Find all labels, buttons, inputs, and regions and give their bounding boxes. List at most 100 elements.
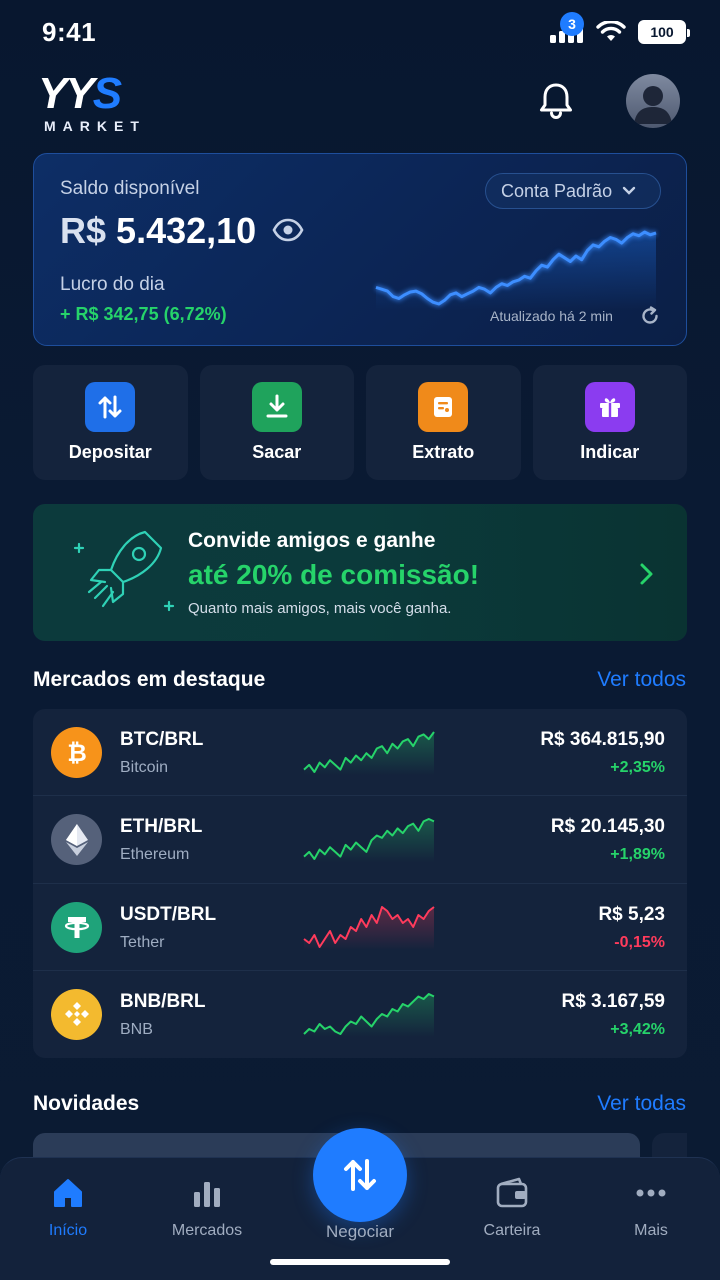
sparkline-area <box>304 906 434 950</box>
bitcoin-icon: ₿ <box>51 727 102 778</box>
market-pair: USDT/BRL <box>120 903 217 925</box>
promo-title: Convide amigos e ganhe <box>188 529 436 552</box>
market-pair: BNB/BRL <box>120 990 206 1012</box>
market-sparkline <box>303 992 435 1037</box>
app-header: YYS MARKET <box>0 68 720 136</box>
svg-text:₿: ₿ <box>67 739 87 767</box>
balance-trend-area <box>376 232 656 310</box>
deposit-button[interactable]: Depositar <box>33 365 188 480</box>
market-price: R$ 20.145,30 <box>550 816 665 838</box>
market-price: R$ 5,23 <box>598 903 665 925</box>
news-see-all-link[interactable]: Ver todas <box>597 1092 686 1116</box>
logo-primary: YY <box>38 69 95 118</box>
market-coin-name: Ethereum <box>120 846 190 864</box>
account-select[interactable]: Conta Padrão <box>485 173 661 209</box>
chevron-right-icon <box>640 563 653 585</box>
quick-actions: Depositar Sacar Extrato Indicar <box>33 365 687 480</box>
markets-section-title: Mercados em destaque <box>33 668 266 691</box>
more-icon <box>636 1189 666 1197</box>
market-row-btc[interactable]: ₿ BTC/BRL Bitcoin R$ 364.815,90 +2,35% <box>33 709 687 797</box>
nav-item-home[interactable]: Início <box>8 1176 128 1240</box>
market-change: -0,15% <box>614 933 665 951</box>
referral-banner[interactable]: Convide amigos e ganhe até 20% de comiss… <box>33 504 687 641</box>
market-sparkline <box>303 818 435 863</box>
chevron-down-icon <box>622 186 636 195</box>
deposit-icon <box>85 382 136 432</box>
logo[interactable]: YYS MARKET <box>38 72 148 135</box>
bell-icon[interactable] <box>536 80 576 120</box>
markets-see-all-link[interactable]: Ver todos <box>597 668 686 692</box>
home-indicator <box>270 1259 450 1265</box>
market-change: +3,42% <box>610 1020 665 1038</box>
deposit-label: Depositar <box>68 442 152 462</box>
nav-item-markets[interactable]: Mercados <box>147 1176 267 1240</box>
updated-text: Atualizado há 2 min <box>490 308 613 324</box>
market-coin-name: Tether <box>120 933 165 951</box>
eye-icon[interactable] <box>272 218 304 242</box>
market-change: +1,89% <box>610 846 665 864</box>
withdraw-icon <box>251 382 302 432</box>
balance-value: R$ 5.432,10 <box>60 210 256 252</box>
wallet-icon <box>496 1177 528 1208</box>
ethereum-icon <box>51 814 102 866</box>
user-icon <box>634 86 672 124</box>
nav-label: Carteira <box>483 1222 541 1239</box>
profit-label: Lucro do dia <box>60 274 165 295</box>
market-coin-name: Bitcoin <box>120 759 169 776</box>
promo-subtitle: Quanto mais amigos, mais você ganha. <box>188 600 452 617</box>
logo-subtitle: MARKET <box>44 118 146 134</box>
tether-icon <box>51 901 102 953</box>
market-pair: ETH/BRL <box>120 816 203 838</box>
status-bar: 9:41 100 <box>0 0 720 64</box>
market-sparkline <box>303 731 435 775</box>
battery-level: 100 <box>650 24 674 40</box>
refresh-icon[interactable] <box>640 306 660 326</box>
nav-item-wallet[interactable]: Carteira <box>452 1176 572 1240</box>
trade-icon <box>344 1159 376 1191</box>
wifi-icon <box>596 21 626 41</box>
markets-icon <box>194 1182 220 1207</box>
logo-mark: YYS <box>38 72 148 116</box>
logo-accent: S <box>92 69 122 118</box>
refer-label: Indicar <box>580 442 640 462</box>
refer-button[interactable]: Indicar <box>532 365 687 480</box>
rocket-icon <box>73 530 175 612</box>
statement-label: Extrato <box>412 442 475 462</box>
market-row-bnb[interactable]: BNB/BRL BNB R$ 3.167,59 +3,42% <box>33 971 687 1058</box>
balance-trend-chart <box>375 229 657 310</box>
market-coin-name: BNB <box>120 1020 153 1038</box>
market-price: R$ 3.167,59 <box>561 990 665 1012</box>
balance-amount: 5.432,10 <box>116 210 257 251</box>
balance-label: Saldo disponível <box>60 178 200 199</box>
market-row-eth[interactable]: ETH/BRL Ethereum R$ 20.145,30 +1,89% <box>33 796 687 884</box>
market-sparkline <box>303 905 435 950</box>
promo-highlight: até 20% de comissão! <box>188 559 480 590</box>
market-price: R$ 364.815,90 <box>540 729 665 750</box>
market-list: ₿ BTC/BRL Bitcoin R$ 364.815,90 +2,35% E… <box>33 709 687 1058</box>
bnb-icon <box>51 988 102 1040</box>
notification-badge: 3 <box>560 12 584 36</box>
battery-icon: 100 <box>638 20 690 44</box>
account-select-value: Conta Padrão <box>501 180 613 201</box>
withdraw-button[interactable]: Sacar <box>199 365 354 480</box>
nav-label: Mais <box>634 1222 668 1239</box>
avatar[interactable] <box>626 74 680 128</box>
profit-value: + R$ 342,75 (6,72%) <box>60 304 227 324</box>
nav-label: Mercados <box>171 1222 243 1239</box>
trade-label: Negociar <box>325 1222 395 1241</box>
statement-icon <box>418 382 469 432</box>
balance-currency: R$ <box>60 210 107 251</box>
statement-button[interactable]: Extrato <box>366 365 521 480</box>
market-pair: BTC/BRL <box>120 729 204 750</box>
home-icon <box>54 1179 82 1207</box>
market-row-usdt[interactable]: USDT/BRL Tether R$ 5,23 -0,15% <box>33 884 687 971</box>
news-section-title: Novidades <box>33 1092 140 1115</box>
status-time: 9:41 <box>42 16 97 47</box>
nav-label: Início <box>48 1222 88 1239</box>
gift-icon <box>584 382 635 432</box>
withdraw-label: Sacar <box>252 442 302 462</box>
trade-button[interactable] <box>313 1128 407 1222</box>
nav-item-more[interactable]: Mais <box>591 1176 711 1240</box>
market-change: +2,35% <box>610 759 665 776</box>
sparkline-area <box>304 732 434 775</box>
